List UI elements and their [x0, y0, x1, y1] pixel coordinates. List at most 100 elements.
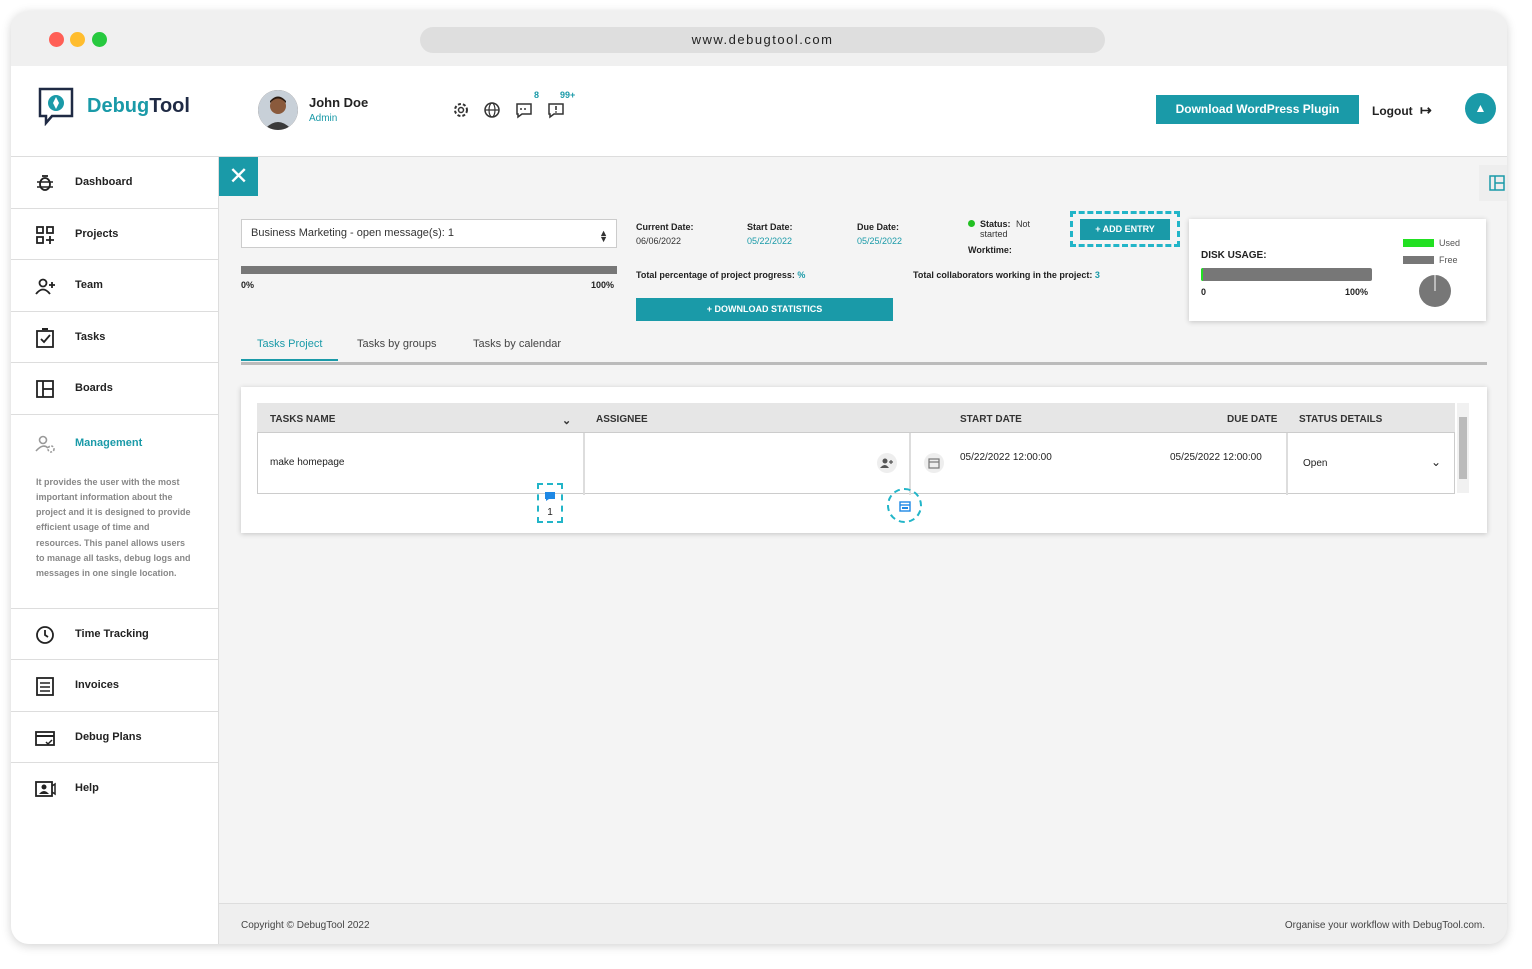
messages-badge: 8: [534, 90, 540, 100]
chevron-down-icon: ⌄: [1431, 455, 1442, 469]
grid-icon: [36, 225, 54, 244]
collaborators-text: Total collaborators working in the proje…: [913, 270, 1100, 280]
legend-used-swatch: [1403, 239, 1434, 247]
footer: Copyright © DebugTool 2022 Organise your…: [219, 903, 1507, 944]
sidebar-item-label: Dashboard: [75, 176, 133, 188]
sidebar-item-label: Boards: [75, 382, 113, 394]
minimize-window-dot[interactable]: [70, 32, 85, 47]
project-select[interactable]: Business Marketing - open message(s): 1 ▲…: [241, 219, 617, 248]
management-description: It provides the user with the most impor…: [36, 476, 191, 579]
team-icon: [35, 278, 55, 295]
copyright-text: Copyright © DebugTool 2022: [241, 920, 370, 931]
col-due-date[interactable]: DUE DATE: [1227, 414, 1277, 425]
main-content: ✕ Business Marketing - open message(s): …: [219, 157, 1507, 944]
layout-toggle-button[interactable]: [1479, 165, 1507, 201]
sidebar-item-debug-plans[interactable]: Debug Plans: [11, 712, 218, 763]
sidebar-item-label: Time Tracking: [75, 627, 149, 640]
progress-start-label: 0%: [241, 280, 255, 290]
col-assignee[interactable]: ASSIGNEE: [596, 414, 648, 425]
sidebar: Dashboard Projects Team Tasks Boards Man…: [11, 157, 219, 944]
col-status-details[interactable]: STATUS DETAILS: [1299, 414, 1382, 425]
select-down-arrow-icon: ▼: [599, 234, 608, 244]
calendar-icon[interactable]: [923, 452, 945, 474]
chevron-down-icon[interactable]: ⌄: [562, 414, 571, 427]
legend-free-label: Free: [1439, 255, 1458, 265]
sidebar-item-time-tracking[interactable]: Time Tracking: [11, 609, 218, 660]
sidebar-item-team[interactable]: Team: [11, 260, 218, 312]
tabs-bar: Tasks Project Tasks by groups Tasks by c…: [241, 325, 1487, 365]
tasks-table-card: TASKS NAME ⌄ ASSIGNEE START DATE DUE DAT…: [241, 387, 1487, 533]
col-start-date[interactable]: START DATE: [960, 414, 1022, 425]
download-plugin-button[interactable]: Download WordPress Plugin: [1156, 95, 1359, 124]
due-date-value: 05/25/2022: [857, 236, 903, 246]
sidebar-item-dashboard[interactable]: Dashboard: [11, 157, 218, 209]
progress-end-label: 100%: [591, 280, 615, 290]
tab-tasks-project[interactable]: Tasks Project: [241, 338, 339, 361]
globe-icon[interactable]: [482, 100, 502, 120]
calendar-highlight[interactable]: [887, 488, 922, 523]
close-window-dot[interactable]: [49, 32, 64, 47]
status-value: Not started: [980, 219, 1031, 239]
notifications-icon[interactable]: [546, 100, 566, 120]
sidebar-item-boards[interactable]: Boards: [11, 363, 218, 415]
status-select[interactable]: Open ⌄: [1296, 449, 1446, 475]
sidebar-item-label: Team: [75, 279, 103, 291]
disk-pie-chart: [1419, 275, 1451, 307]
url-bar[interactable]: www.debugtool.com: [420, 27, 1105, 53]
debugtool-logo-icon: [38, 87, 74, 126]
comment-icon: [545, 492, 555, 501]
sidebar-item-label: Tasks: [75, 330, 106, 343]
current-date-value: 06/06/2022: [636, 236, 682, 246]
column-divider: [1286, 433, 1288, 495]
comments-indicator[interactable]: 1: [537, 483, 563, 523]
sidebar-item-label: Invoices: [75, 679, 120, 691]
scrollbar-thumb[interactable]: [1459, 417, 1467, 479]
sidebar-item-help[interactable]: Help: [11, 763, 218, 815]
close-panel-button[interactable]: ✕: [219, 157, 258, 196]
task-start-date: 05/22/2022 12:00:00: [960, 452, 1052, 463]
calendar-icon: [898, 501, 911, 512]
collaborators-value: 3: [1094, 270, 1100, 280]
due-date-label: Due Date:: [857, 222, 900, 232]
invoice-icon: [36, 677, 54, 696]
legend-free-swatch: [1403, 256, 1434, 264]
sidebar-item-label: Projects: [75, 227, 119, 240]
disk-bar-start: 0: [1201, 287, 1207, 297]
user-role: Admin: [309, 113, 338, 124]
help-icon: [35, 781, 56, 797]
table-header: TASKS NAME ⌄ ASSIGNEE START DATE DUE DAT…: [257, 403, 1455, 432]
table-scrollbar[interactable]: [1457, 403, 1469, 493]
logout-button[interactable]: Logout ↦: [1372, 102, 1432, 119]
sidebar-item-tasks[interactable]: Tasks: [11, 312, 218, 363]
sidebar-item-management[interactable]: Management It provides the user with the…: [11, 415, 218, 609]
notifications-badge: 99+: [560, 90, 576, 100]
browser-chrome: www.debugtool.com: [11, 11, 1507, 66]
app-header: DebugTool John Doe Admin 8 99+ Download …: [11, 66, 1507, 157]
current-date-label: Current Date:: [636, 222, 694, 232]
sidebar-item-label: Debug Plans: [75, 730, 142, 743]
task-name[interactable]: make homepage: [270, 457, 345, 468]
status-indicator: [968, 220, 975, 227]
add-assignee-icon[interactable]: [876, 452, 898, 474]
tab-tasks-by-groups[interactable]: Tasks by groups: [357, 338, 436, 359]
logout-icon: ↦: [1420, 102, 1432, 118]
worktime-label: Worktime:: [968, 245, 1012, 255]
column-divider: [583, 433, 585, 495]
legend-used-label: Used: [1439, 238, 1461, 248]
col-tasks-name[interactable]: TASKS NAME: [270, 414, 335, 425]
add-entry-button[interactable]: + ADD ENTRY: [1080, 219, 1170, 240]
gear-icon[interactable]: [451, 100, 471, 120]
sidebar-item-projects[interactable]: Projects: [11, 209, 218, 260]
checkbox-icon: [36, 327, 54, 348]
tab-tasks-by-calendar[interactable]: Tasks by calendar: [473, 338, 561, 359]
clock-icon: [36, 625, 54, 644]
sidebar-item-invoices[interactable]: Invoices: [11, 660, 218, 712]
scroll-up-button[interactable]: ▲: [1465, 93, 1496, 124]
messages-icon[interactable]: [514, 100, 534, 120]
bug-icon: [37, 175, 53, 191]
maximize-window-dot[interactable]: [92, 32, 107, 47]
progress-text-label: Total percentage of project progress:: [636, 270, 795, 280]
download-statistics-button[interactable]: + DOWNLOAD STATISTICS: [636, 298, 893, 321]
avatar[interactable]: [258, 90, 298, 130]
add-entry-highlight: + ADD ENTRY: [1070, 211, 1180, 247]
